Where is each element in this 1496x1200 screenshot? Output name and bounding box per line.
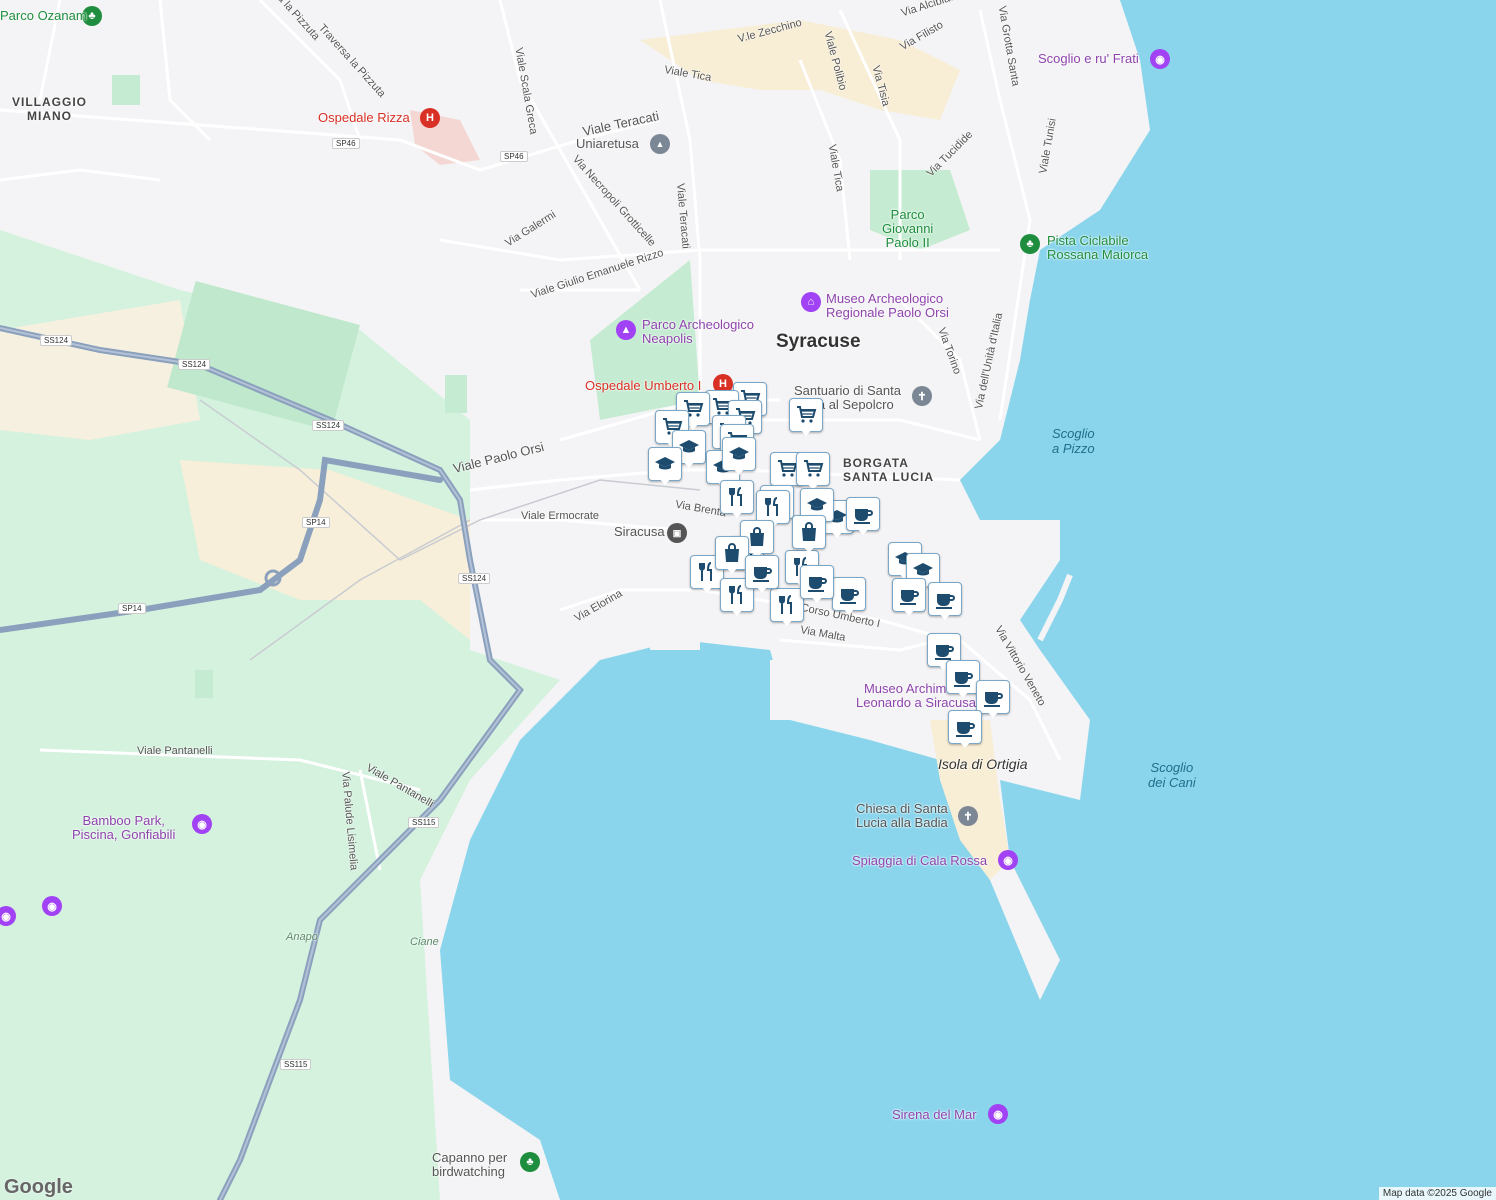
map-attribution[interactable]: Map data ©2025 Google [1378,1187,1496,1200]
cafe-icon [936,594,955,609]
restaurant-icon [729,487,742,506]
shopping-bag-icon [802,522,816,541]
cafe-icon [840,589,859,604]
road-badge: SS124 [178,359,211,370]
school-icon[interactable]: ▲ [650,134,670,154]
school-icon [729,447,749,460]
tree-icon[interactable]: ♣ [520,1152,540,1172]
map-marker-shopping-bag[interactable] [792,515,826,555]
poi-label[interactable]: Chiesa di Santa Lucia alla Badia [856,802,948,830]
road-badge: SP14 [118,603,146,614]
train-icon[interactable]: ▣ [667,523,687,543]
road-badge: SP46 [500,151,528,162]
cart-icon [797,406,817,423]
road-badge: SP46 [332,138,360,149]
shopping-bag-icon [725,543,739,562]
cafe-icon [900,590,919,605]
camera-icon[interactable]: ◉ [42,896,62,916]
poi-label[interactable]: Parco Giovanni Paolo II [882,208,933,250]
park-small-3 [195,670,213,698]
restaurant-icon [779,595,792,614]
cafe-icon [935,645,954,660]
monument-icon[interactable]: ▲ [616,320,636,340]
district-label: VILLAGGIO MIANO [12,95,87,123]
hospital-icon[interactable]: H [420,108,440,128]
poi-label[interactable]: Pista Ciclabile Rossana Maiorca [1047,234,1148,262]
map-marker-cafe[interactable] [846,497,880,537]
poi-label[interactable]: Sirena del Mar [892,1107,977,1122]
map-marker-cafe[interactable] [948,710,982,750]
road-badge: SS124 [458,573,491,584]
cafe-icon [984,692,1003,707]
poi-label[interactable]: Parco Ozanam [0,8,87,23]
camera-icon[interactable]: ◉ [1150,49,1170,69]
poi-label[interactable]: Siracusa [614,524,665,539]
river-label: Ciane [410,936,439,948]
poi-label[interactable]: Capanno per birdwatching [432,1151,507,1179]
road-badge: SS124 [40,335,73,346]
tree-icon[interactable]: ♣ [1020,234,1040,254]
cafe-icon [808,577,827,592]
sea-label: Scoglio a Pizzo [1052,426,1095,456]
map-marker-cafe[interactable] [832,577,866,617]
restaurant-icon [765,497,778,516]
road-badge: SS115 [280,1059,312,1070]
poi-label[interactable]: Ospedale Umberto I [585,378,701,393]
map-marker-shopping-bag[interactable] [715,536,749,576]
map-marker-cafe[interactable] [745,555,779,595]
park-small [112,75,140,105]
map-marker-school[interactable] [722,437,756,477]
camera-icon[interactable]: ◉ [998,850,1018,870]
city-label: Syracuse [776,331,861,352]
church-icon[interactable]: ✝ [912,386,932,406]
camera-icon[interactable]: ◉ [988,1104,1008,1124]
district-label: BORGATA SANTA LUCIA [843,456,934,484]
map-marker-restaurant[interactable] [720,480,754,520]
road-badge: SS124 [312,420,345,431]
poi-label[interactable]: Spiaggia di Cala Rossa [852,853,987,868]
church-icon[interactable]: ✝ [958,806,978,826]
poi-label[interactable]: Bamboo Park, Piscina, Gonfiabili [72,814,175,842]
camera-icon[interactable]: ◉ [192,814,212,834]
poi-label[interactable]: Ospedale Rizza [318,110,410,125]
poi-label[interactable]: Parco Archeologico Neapolis [642,318,754,346]
map-marker-cafe[interactable] [946,660,980,700]
school-icon [655,457,675,470]
cafe-icon [854,509,873,524]
museum-icon[interactable]: ⌂ [801,292,821,312]
cafe-icon [956,722,975,737]
map-marker-school[interactable] [648,447,682,487]
poi-label[interactable]: Scoglio e ru' Frati [1038,51,1139,66]
road-label: Viale Pantanelli [137,745,213,757]
river-label: Anapo [286,931,318,943]
poi-label[interactable]: Museo Archeologico Regionale Paolo Orsi [826,292,949,320]
map-marker-cafe[interactable] [800,565,834,605]
map-marker-cart[interactable] [796,452,830,492]
cart-icon [804,460,824,477]
map-marker-cafe[interactable] [892,578,926,618]
road-label: Viale Ermocrate [521,510,600,522]
park-small-2 [445,375,467,413]
map-marker-cafe[interactable] [928,582,962,622]
road-badge: SS115 [408,817,440,828]
cafe-icon [954,672,973,687]
cafe-icon [753,567,772,582]
island-label: Isola di Ortigia [938,756,1028,772]
google-logo: Google [4,1176,73,1198]
map-marker-cart[interactable] [789,398,823,438]
road-badge: SP14 [302,517,330,528]
poi-label[interactable]: Uniaretusa [576,136,639,151]
sea-label: Scoglio dei Cani [1148,760,1196,790]
school-icon [807,498,827,511]
